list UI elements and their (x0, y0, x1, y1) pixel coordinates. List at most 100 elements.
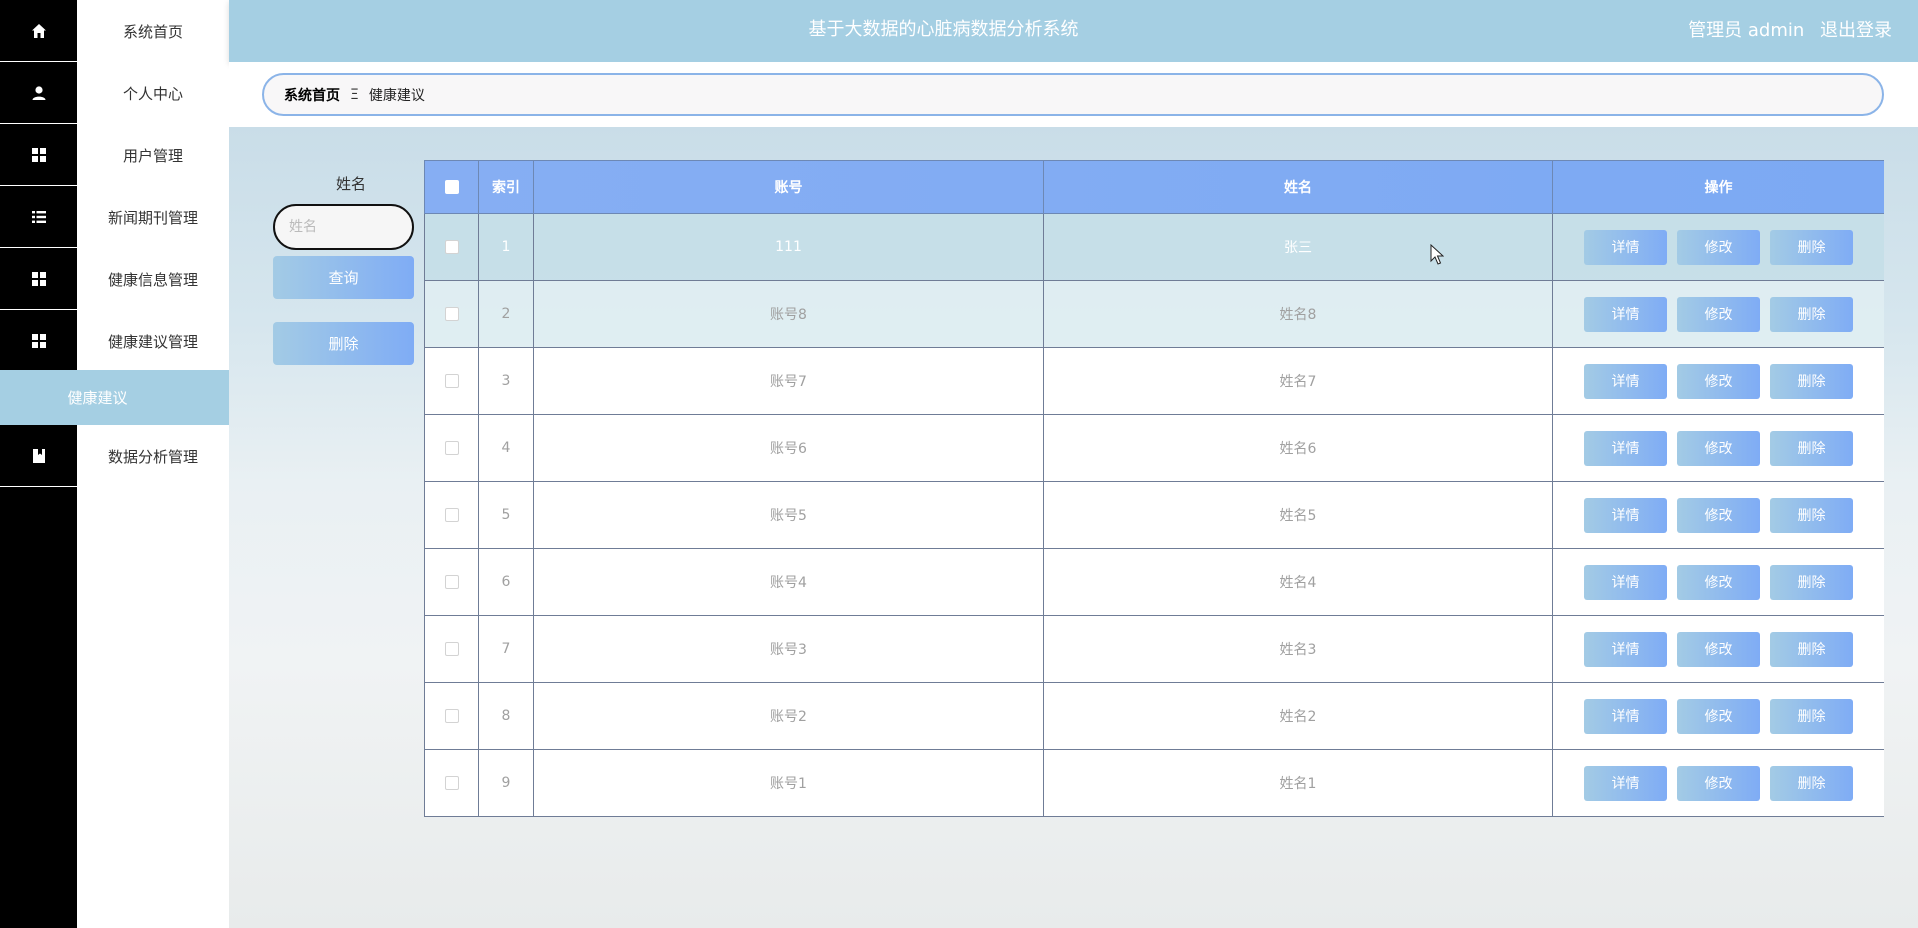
delete-button[interactable]: 删除 (1770, 229, 1853, 265)
sidebar-item-label: 健康建议管理 (107, 332, 198, 351)
table-row: 8 账号2 姓名2 详情 修改 删除 (424, 682, 1884, 750)
grid-icon (0, 310, 77, 372)
main-content: 系统首页 Ξ 健康建议 姓名 查询 删除 索引 账号 姓名 操作 (229, 62, 1918, 928)
breadcrumb-current: 健康建议 (368, 87, 425, 104)
cell-index: 4 (478, 414, 534, 482)
app-title: 基于大数据的心脏病数据分析系统 (808, 19, 1079, 40)
delete-button[interactable]: 删除 (1770, 430, 1853, 466)
cell-index: 6 (478, 548, 534, 616)
detail-button[interactable]: 详情 (1584, 564, 1667, 600)
row-select-cell[interactable] (424, 414, 479, 482)
submenu-item-label: 健康建议 (67, 389, 128, 407)
sidebar-item-health-info[interactable]: 健康信息管理 (0, 248, 229, 310)
table-row: 2 账号8 姓名8 详情 修改 删除 (424, 280, 1884, 348)
delete-button[interactable]: 删除 (1770, 698, 1853, 734)
delete-button[interactable]: 删除 (1770, 765, 1853, 801)
delete-button[interactable]: 删除 (1770, 631, 1853, 667)
row-checkbox[interactable] (444, 374, 459, 388)
detail-button[interactable]: 详情 (1584, 765, 1667, 801)
sidebar-item-label: 健康信息管理 (107, 270, 198, 289)
detail-button[interactable]: 详情 (1584, 698, 1667, 734)
cell-name: 姓名3 (1043, 615, 1553, 683)
column-header-name: 姓名 (1043, 160, 1553, 214)
cell-name: 姓名8 (1043, 280, 1553, 348)
cell-name: 姓名5 (1043, 481, 1553, 549)
batch-delete-button[interactable]: 删除 (273, 322, 414, 365)
detail-button[interactable]: 详情 (1584, 497, 1667, 533)
edit-button[interactable]: 修改 (1677, 430, 1760, 466)
row-select-cell[interactable] (424, 347, 479, 415)
row-select-cell[interactable] (424, 682, 479, 750)
table-row: 1 111 张三 详情 修改 删除 (424, 213, 1884, 281)
submenu-item-health-advice[interactable]: 健康建议 (0, 370, 229, 425)
column-header-account: 账号 (533, 160, 1044, 214)
row-select-cell[interactable] (424, 615, 479, 683)
query-button[interactable]: 查询 (273, 256, 414, 299)
delete-button[interactable]: 删除 (1770, 296, 1853, 332)
cell-actions: 详情 修改 删除 (1552, 682, 1884, 750)
row-checkbox[interactable] (444, 240, 459, 254)
cell-actions: 详情 修改 删除 (1552, 749, 1884, 817)
cell-name: 姓名6 (1043, 414, 1553, 482)
cell-index: 7 (478, 615, 534, 683)
sidebar-item-data-analysis[interactable]: 数据分析管理 (0, 425, 229, 487)
edit-button[interactable]: 修改 (1677, 631, 1760, 667)
cell-name: 姓名2 (1043, 682, 1553, 750)
select-all-checkbox[interactable] (444, 180, 459, 194)
edit-button[interactable]: 修改 (1677, 296, 1760, 332)
search-input[interactable] (273, 204, 414, 250)
logout-link[interactable]: 退出登录 (1820, 20, 1892, 41)
row-select-cell[interactable] (424, 749, 479, 817)
edit-button[interactable]: 修改 (1677, 497, 1760, 533)
row-checkbox[interactable] (444, 776, 459, 790)
user-name: 管理员 admin (1688, 20, 1805, 41)
delete-button[interactable]: 删除 (1770, 564, 1853, 600)
row-checkbox[interactable] (444, 709, 459, 723)
edit-button[interactable]: 修改 (1677, 229, 1760, 265)
cell-account: 账号8 (533, 280, 1044, 348)
row-select-cell[interactable] (424, 280, 479, 348)
breadcrumb-home[interactable]: 系统首页 (284, 85, 340, 105)
edit-button[interactable]: 修改 (1677, 363, 1760, 399)
cell-account: 账号7 (533, 347, 1044, 415)
edit-button[interactable]: 修改 (1677, 564, 1760, 600)
table-header-row: 索引 账号 姓名 操作 (424, 160, 1884, 214)
detail-button[interactable]: 详情 (1584, 296, 1667, 332)
delete-button[interactable]: 删除 (1770, 497, 1853, 533)
header: 基于大数据的心脏病数据分析系统 管理员 admin 退出登录 (229, 0, 1918, 62)
cell-index: 5 (478, 481, 534, 549)
edit-button[interactable]: 修改 (1677, 765, 1760, 801)
row-select-cell[interactable] (424, 213, 479, 281)
detail-button[interactable]: 详情 (1584, 363, 1667, 399)
detail-button[interactable]: 详情 (1584, 430, 1667, 466)
sidebar-item-profile[interactable]: 个人中心 (0, 62, 229, 124)
row-checkbox[interactable] (444, 642, 459, 656)
sidebar-item-health-advice[interactable]: 健康建议管理 (0, 310, 229, 372)
select-all-cell[interactable] (424, 160, 479, 214)
sidebar-item-users[interactable]: 用户管理 (0, 124, 229, 186)
edit-button[interactable]: 修改 (1677, 698, 1760, 734)
cell-account: 账号4 (533, 548, 1044, 616)
cell-account: 账号5 (533, 481, 1044, 549)
row-checkbox[interactable] (444, 307, 459, 321)
row-select-cell[interactable] (424, 481, 479, 549)
cell-actions: 详情 修改 删除 (1552, 213, 1884, 281)
sidebar-item-news[interactable]: 新闻期刊管理 (0, 186, 229, 248)
breadcrumb-separator: Ξ (350, 86, 359, 103)
sidebar-item-home[interactable]: 系统首页 (0, 0, 229, 62)
cell-account: 账号3 (533, 615, 1044, 683)
row-checkbox[interactable] (444, 441, 459, 455)
row-checkbox[interactable] (444, 575, 459, 589)
cell-account: 账号1 (533, 749, 1044, 817)
column-header-index: 索引 (478, 160, 534, 214)
detail-button[interactable]: 详情 (1584, 631, 1667, 667)
sidebar-item-label: 个人中心 (122, 84, 183, 103)
list-icon (0, 186, 77, 248)
delete-button[interactable]: 删除 (1770, 363, 1853, 399)
row-checkbox[interactable] (444, 508, 459, 522)
cell-index: 9 (478, 749, 534, 817)
detail-button[interactable]: 详情 (1584, 229, 1667, 265)
cell-actions: 详情 修改 删除 (1552, 481, 1884, 549)
row-select-cell[interactable] (424, 548, 479, 616)
column-header-actions: 操作 (1552, 160, 1884, 214)
